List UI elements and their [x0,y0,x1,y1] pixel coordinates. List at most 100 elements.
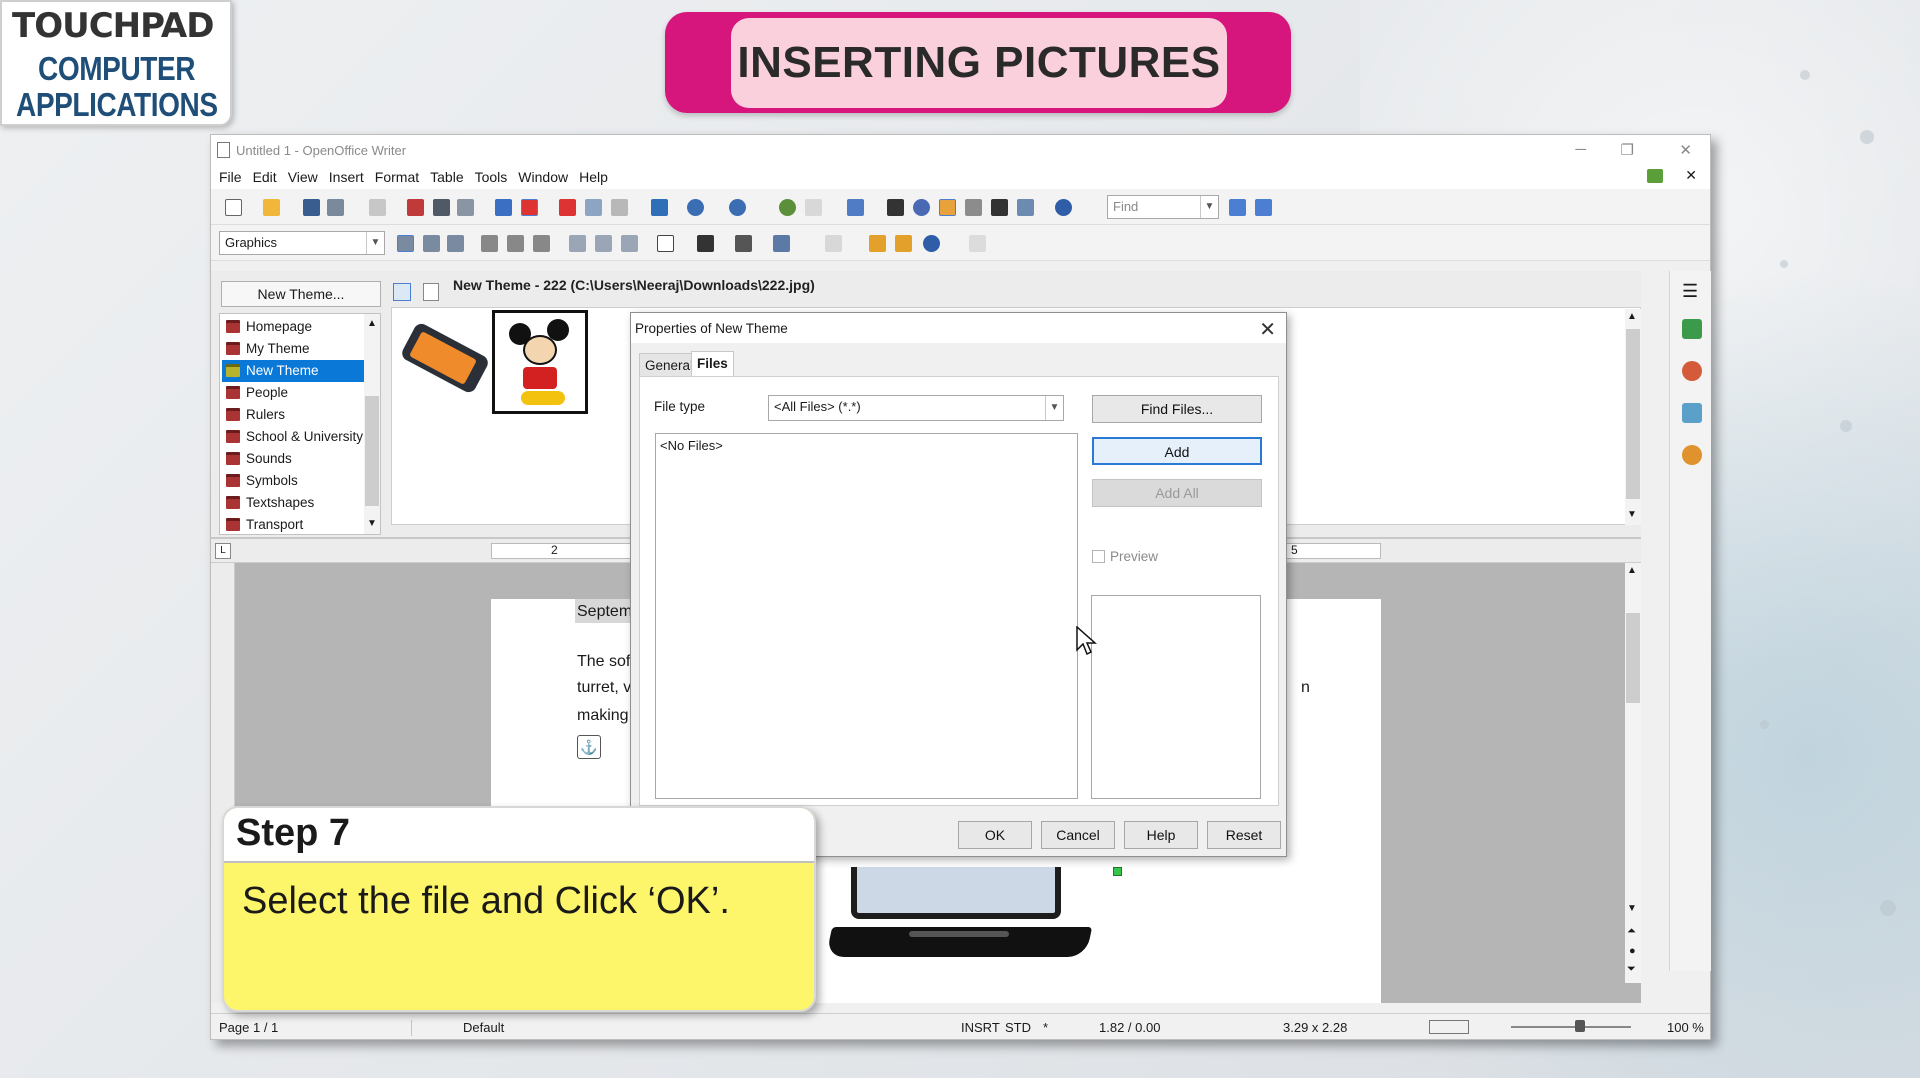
border-color-icon[interactable] [735,235,752,252]
phone-thumbnail[interactable] [394,316,491,396]
find-input[interactable]: Find ▼ [1107,195,1219,219]
scrollbar-thumb[interactable] [1626,329,1640,499]
close-dialog-icon[interactable]: ✕ [1259,317,1276,342]
menu-file[interactable]: File [219,169,242,185]
copy-icon[interactable] [585,199,602,216]
zoom-slider-thumb[interactable] [1575,1020,1585,1032]
scroll-up-icon[interactable]: ▲ [1627,565,1637,576]
send-to-back-icon[interactable] [895,235,912,252]
borders-icon[interactable] [657,235,674,252]
theme-item[interactable]: Textshapes [222,492,364,514]
email-icon[interactable] [327,199,344,216]
styles-icon[interactable] [1682,361,1702,381]
align-top-icon[interactable] [569,235,586,252]
chevron-down-icon[interactable]: ▼ [1045,396,1063,420]
show-draw-functions-icon[interactable] [847,199,864,216]
scroll-down-icon[interactable]: ▼ [367,518,377,529]
document-scrollbar[interactable]: ▲ ▼ ⏶ ● ⏷ [1625,563,1641,983]
minimize-icon[interactable]: ─ [1575,141,1586,158]
formatting-marks-icon[interactable] [991,199,1008,216]
style-select[interactable]: Graphics ▼ [219,231,385,255]
align-right-icon[interactable] [533,235,550,252]
zoom-slider[interactable] [1511,1026,1631,1028]
new-theme-button[interactable]: New Theme... [221,281,381,307]
menu-view[interactable]: View [288,169,318,185]
update-icon[interactable] [1647,169,1663,183]
theme-item[interactable]: Symbols [222,470,364,492]
table-icon[interactable] [805,199,822,216]
mickey-thumbnail[interactable] [492,310,588,414]
gallery-scrollbar[interactable]: ▲ ▼ [1625,309,1641,525]
theme-list-scrollbar[interactable]: ▲ ▼ [364,314,380,534]
tab-files[interactable]: Files [691,351,734,377]
page-style[interactable]: Default [463,1020,504,1035]
restore-icon[interactable]: ❐ [1621,141,1634,159]
sidebar-menu-icon[interactable]: ☰ [1682,281,1698,302]
file-type-select[interactable]: <All Files> (*.*) ▼ [768,395,1064,421]
menu-format[interactable]: Format [375,169,419,185]
hyperlink-icon[interactable] [779,199,796,216]
gallery-icon[interactable] [939,199,956,216]
scroll-down-icon[interactable]: ▼ [1627,903,1637,914]
cut-icon[interactable] [559,199,576,216]
format-paintbrush-icon[interactable] [651,199,668,216]
anchor-icon[interactable]: ⚓ [577,735,601,759]
scrollbar-thumb[interactable] [365,396,379,506]
help-button[interactable]: Help [1124,821,1198,849]
autospellcheck-icon[interactable] [521,199,538,216]
link-frames-icon[interactable] [825,235,842,252]
close-window-icon[interactable]: ✕ [1679,141,1692,159]
next-page-icon[interactable]: ⏷ [1627,963,1636,976]
zoom-icon[interactable] [1017,199,1034,216]
find-files-button[interactable]: Find Files... [1092,395,1262,423]
find-previous-icon[interactable] [1255,199,1272,216]
menu-window[interactable]: Window [518,169,568,185]
reset-button[interactable]: Reset [1207,821,1281,849]
chevron-down-icon[interactable]: ▼ [366,232,384,254]
close-document-icon[interactable]: ✕ [1685,167,1697,184]
menu-table[interactable]: Table [430,169,463,185]
unlink-frames-icon[interactable] [969,235,986,252]
scrollbar-thumb[interactable] [1626,613,1640,703]
bring-to-front-icon[interactable] [869,235,886,252]
previous-page-icon[interactable]: ⏶ [1627,925,1636,938]
save-icon[interactable] [303,199,320,216]
navigator-sidebar-icon[interactable] [1682,445,1702,465]
find-replace-icon[interactable] [887,199,904,216]
add-all-button[interactable]: Add All [1092,479,1262,507]
print-preview-icon[interactable] [457,199,474,216]
theme-item[interactable]: Rulers [222,404,364,426]
file-list[interactable]: <No Files> [655,433,1078,799]
scroll-up-icon[interactable]: ▲ [1627,311,1637,322]
redo-icon[interactable] [729,199,746,216]
insert-mode[interactable]: INSRT [961,1020,1000,1035]
theme-item[interactable]: People [222,382,364,404]
preview-checkbox-row[interactable]: Preview [1092,549,1158,564]
spellcheck-icon[interactable] [495,199,512,216]
open-icon[interactable] [263,199,280,216]
theme-item[interactable]: School & University [222,426,364,448]
scroll-up-icon[interactable]: ▲ [367,318,377,329]
selection-handle[interactable] [1113,867,1122,876]
detail-view-icon[interactable] [423,283,439,301]
paste-icon[interactable] [611,199,628,216]
properties-icon[interactable] [1682,319,1702,339]
edit-file-icon[interactable] [369,199,386,216]
navigation-icon[interactable]: ● [1629,945,1636,957]
theme-item-selected[interactable]: New Theme [222,360,364,382]
view-layout-icon[interactable] [1429,1020,1469,1034]
new-document-icon[interactable] [225,199,242,216]
icon-view-icon[interactable] [393,283,411,301]
menu-edit[interactable]: Edit [253,169,277,185]
cancel-button[interactable]: Cancel [1041,821,1115,849]
wrap-off-icon[interactable] [397,235,414,252]
scroll-down-icon[interactable]: ▼ [1627,509,1637,520]
align-bottom-icon[interactable] [621,235,638,252]
menu-tools[interactable]: Tools [475,169,508,185]
wrap-through-icon[interactable] [447,235,464,252]
undo-icon[interactable] [687,199,704,216]
menu-help[interactable]: Help [579,169,608,185]
data-sources-icon[interactable] [965,199,982,216]
export-pdf-icon[interactable] [407,199,424,216]
anchor-icon[interactable] [923,235,940,252]
